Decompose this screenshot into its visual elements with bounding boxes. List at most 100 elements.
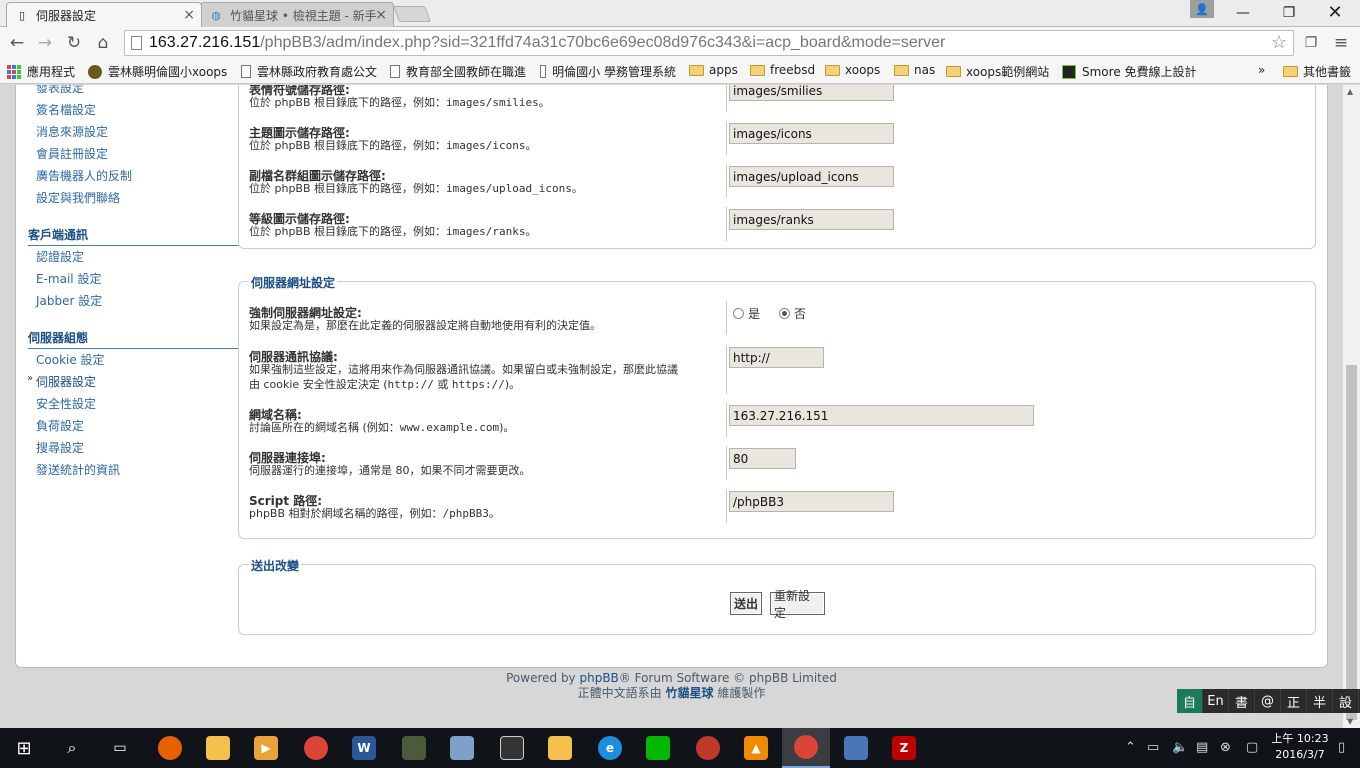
close-window-button[interactable]: ✕ [1312, 0, 1358, 25]
tray-overflow-icon[interactable]: ⌃ [1125, 740, 1136, 755]
taskbar-filezilla[interactable]: Z [880, 728, 928, 768]
port-input[interactable]: 80 [729, 448, 796, 469]
other-bookmarks-folder[interactable]: 其他書籤 [1283, 63, 1351, 80]
menu-item-auth[interactable]: 認證設定 [36, 248, 84, 265]
taskbar-paint[interactable] [438, 728, 486, 768]
bookmark-folder[interactable]: freebsd [750, 63, 815, 77]
bookmark-folder[interactable]: nas [894, 63, 935, 77]
translator-link[interactable]: 竹貓星球 [665, 686, 713, 700]
protocol-input[interactable]: http:// [729, 347, 824, 368]
taskbar-media-player[interactable]: ▶ [242, 728, 290, 768]
menu-item-posting[interactable]: 發表設定 [36, 85, 84, 96]
page-info-icon[interactable] [131, 36, 142, 50]
bookmark-item[interactable]: 雲林縣政府教育處公文 [241, 63, 377, 80]
ime-mode-button[interactable]: 自 [1177, 689, 1203, 713]
force-no-radio[interactable]: 否 [779, 305, 806, 322]
smilies-path-input[interactable]: images/smilies [729, 85, 894, 101]
minimize-button[interactable]: — [1220, 0, 1266, 25]
volume-icon[interactable]: 🔈 [1172, 740, 1188, 755]
ime-traditional-button[interactable]: 正 [1281, 689, 1307, 713]
reset-button[interactable]: 重新設定 [770, 589, 825, 620]
taskbar-ie[interactable]: e [586, 728, 634, 768]
menu-item-email[interactable]: E-mail 設定 [36, 270, 101, 287]
menu-item-contact[interactable]: 設定與我們聯絡 [36, 189, 120, 206]
notification-icon[interactable]: ▢ [1246, 740, 1258, 755]
action-center-icon[interactable]: ▯ [1338, 740, 1345, 755]
ime-english-button[interactable]: En [1203, 689, 1229, 713]
smore-icon [1062, 64, 1076, 79]
submit-button[interactable]: 送出 [730, 592, 762, 615]
reload-icon[interactable]: ↻ [63, 32, 85, 54]
scroll-down-icon[interactable]: ▼ [1347, 717, 1353, 726]
taskbar-firefox[interactable] [146, 728, 194, 768]
maximize-button[interactable]: ❐ [1266, 0, 1312, 25]
upload-icons-path-input[interactable]: images/upload_icons [729, 166, 894, 187]
ranks-path-input[interactable]: images/ranks [729, 209, 894, 230]
menu-icon[interactable]: ≡ [1330, 32, 1352, 54]
menu-item-feed[interactable]: 消息來源設定 [36, 123, 108, 140]
back-icon[interactable]: ← [6, 32, 28, 54]
input-method-icon[interactable]: ▤ [1196, 740, 1208, 755]
taskbar-app[interactable] [684, 728, 732, 768]
page-scrollbar[interactable]: ▲ ▼ [1343, 85, 1360, 728]
home-icon[interactable]: ⌂ [92, 32, 114, 54]
close-tab-icon[interactable]: × [375, 7, 387, 23]
network-icon[interactable]: ▭ [1147, 740, 1159, 755]
taskbar-chrome[interactable] [292, 728, 340, 768]
bookmark-item[interactable]: 明倫國小 學務管理系統 [540, 63, 676, 80]
user-profile-icon[interactable]: 👤 [1190, 0, 1214, 18]
bookmark-apps[interactable]: 應用程式 [7, 63, 75, 80]
menu-item-cookie[interactable]: Cookie 設定 [36, 351, 105, 368]
extension-icon[interactable]: ❐ [1300, 32, 1322, 54]
start-button[interactable]: ⊞ [0, 728, 48, 768]
script-path-input[interactable]: /phpBB3 [729, 491, 894, 512]
phpbb-link[interactable]: phpBB [579, 671, 618, 685]
new-tab-button[interactable] [393, 6, 431, 22]
menu-item-search[interactable]: 搜尋設定 [36, 439, 84, 456]
ime-dictionary-button[interactable]: 書 [1229, 689, 1255, 713]
taskbar-calculator[interactable] [488, 728, 536, 768]
menu-item-jabber[interactable]: Jabber 設定 [36, 292, 102, 309]
icons-path-input[interactable]: images/icons [729, 123, 894, 144]
taskbar-game[interactable] [390, 728, 438, 768]
menu-item-server-current[interactable]: » 伺服器設定 [27, 373, 96, 390]
taskbar-line[interactable] [634, 728, 682, 768]
status-icon[interactable]: ⊗ [1220, 740, 1231, 755]
close-tab-icon[interactable]: × [183, 7, 195, 23]
bookmark-item[interactable]: 雲林縣明倫國小xoops [88, 63, 228, 80]
scroll-thumb[interactable] [1346, 365, 1357, 720]
bookmarks-overflow-button[interactable]: » [1258, 63, 1265, 77]
scroll-up-icon[interactable]: ▲ [1347, 87, 1353, 96]
taskbar-folder[interactable] [536, 728, 584, 768]
ime-toolbar: 自 En 書 @ 正 半 設 [1177, 689, 1360, 713]
bookmark-item[interactable]: 教育部全國教師在職進 [390, 63, 526, 80]
search-button[interactable]: ⌕ [48, 728, 96, 768]
bookmark-folder[interactable]: xoops [825, 63, 880, 77]
force-yes-radio[interactable]: 是 [733, 305, 760, 322]
menu-item-signature[interactable]: 簽名檔設定 [36, 101, 96, 118]
tab-forum-topic[interactable]: ◍ 竹貓星球 • 檢視主題 - 新手 × [200, 2, 394, 27]
taskbar-chrome-active[interactable] [782, 728, 830, 768]
taskbar-word[interactable]: W [340, 728, 388, 768]
bookmark-folder[interactable]: apps [689, 63, 738, 77]
bookmark-star-icon[interactable]: ☆ [1271, 32, 1287, 53]
forward-icon[interactable]: → [34, 32, 56, 54]
ime-symbol-button[interactable]: @ [1255, 689, 1281, 713]
menu-item-spambot[interactable]: 廣告機器人的反制 [36, 167, 132, 184]
tab-server-settings[interactable]: ▯ 伺服器設定 × [6, 2, 202, 27]
task-view-button[interactable]: ▭ [96, 728, 144, 768]
menu-item-stats[interactable]: 發送統計的資訊 [36, 461, 120, 478]
bookmark-folder[interactable]: xoops範例網站 [946, 63, 1049, 80]
taskbar-explorer[interactable] [194, 728, 242, 768]
address-bar[interactable]: 163.27.216.151/phpBB3/adm/index.php?sid=… [124, 30, 1294, 56]
ime-halfwidth-button[interactable]: 半 [1307, 689, 1333, 713]
domain-input[interactable]: 163.27.216.151 [729, 405, 1034, 426]
taskbar-clock[interactable]: 上午 10:23 2016/3/7 [1270, 731, 1330, 763]
ime-settings-button[interactable]: 設 [1333, 689, 1359, 713]
menu-item-load[interactable]: 負荷設定 [36, 417, 84, 434]
menu-item-security[interactable]: 安全性設定 [36, 395, 96, 412]
taskbar-network-tool[interactable] [832, 728, 880, 768]
bookmark-item[interactable]: Smore 免費線上設計 [1062, 63, 1197, 80]
taskbar-vlc[interactable]: ▲ [732, 728, 780, 768]
menu-item-registration[interactable]: 會員註冊設定 [36, 145, 108, 162]
